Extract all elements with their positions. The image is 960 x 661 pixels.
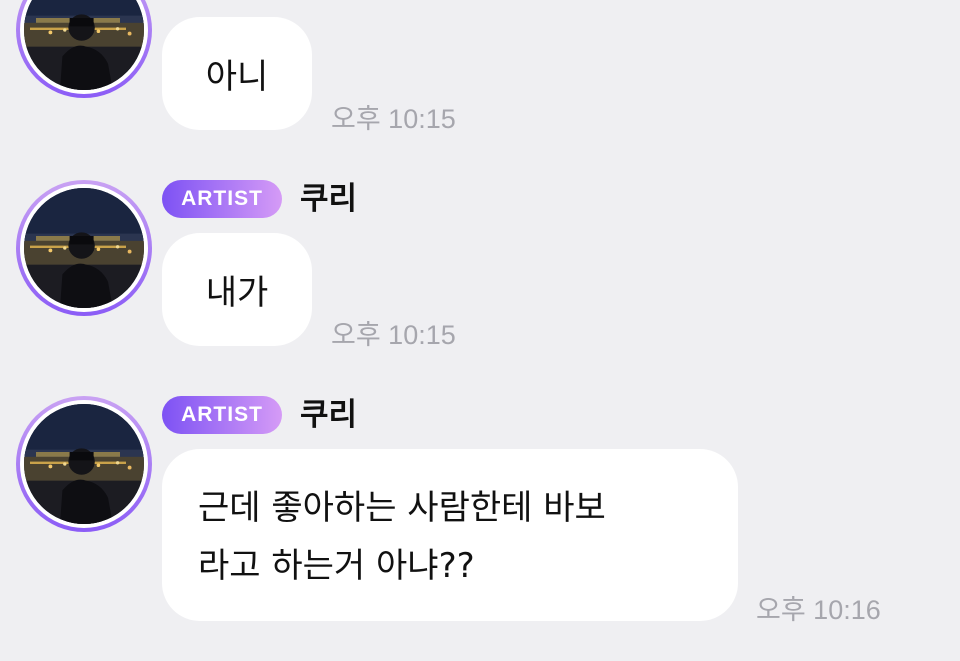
avatar-frame	[20, 400, 148, 528]
message-text-line: 라고 하는거 아냐??	[198, 546, 475, 586]
profile-photo-icon	[24, 404, 144, 524]
sender-name[interactable]: 쿠리	[300, 180, 357, 218]
message-bubble[interactable]: 아니	[162, 17, 312, 130]
message-text: 아니	[205, 57, 269, 97]
message-text-line: 근데 좋아하는 사람한테 바보	[198, 488, 606, 528]
artist-badge: ARTIST	[162, 180, 282, 218]
avatar-frame	[20, 184, 148, 312]
message-bubble[interactable]: 내가	[162, 233, 312, 346]
sender-avatar[interactable]	[16, 0, 152, 98]
artist-badge: ARTIST	[162, 396, 282, 434]
message-bubble[interactable]: 근데 좋아하는 사람한테 바보 라고 하는거 아냐??	[162, 449, 738, 621]
profile-photo-icon	[24, 188, 144, 308]
sender-avatar[interactable]	[16, 396, 152, 532]
message-timestamp: 오후 10:16	[756, 595, 881, 625]
profile-photo-icon	[24, 0, 144, 90]
message-text: 내가	[205, 273, 269, 313]
message-timestamp: 오후 10:15	[331, 104, 456, 134]
sender-avatar[interactable]	[16, 180, 152, 316]
avatar-frame	[20, 0, 148, 94]
message-timestamp: 오후 10:15	[331, 320, 456, 350]
sender-name[interactable]: 쿠리	[300, 396, 357, 434]
